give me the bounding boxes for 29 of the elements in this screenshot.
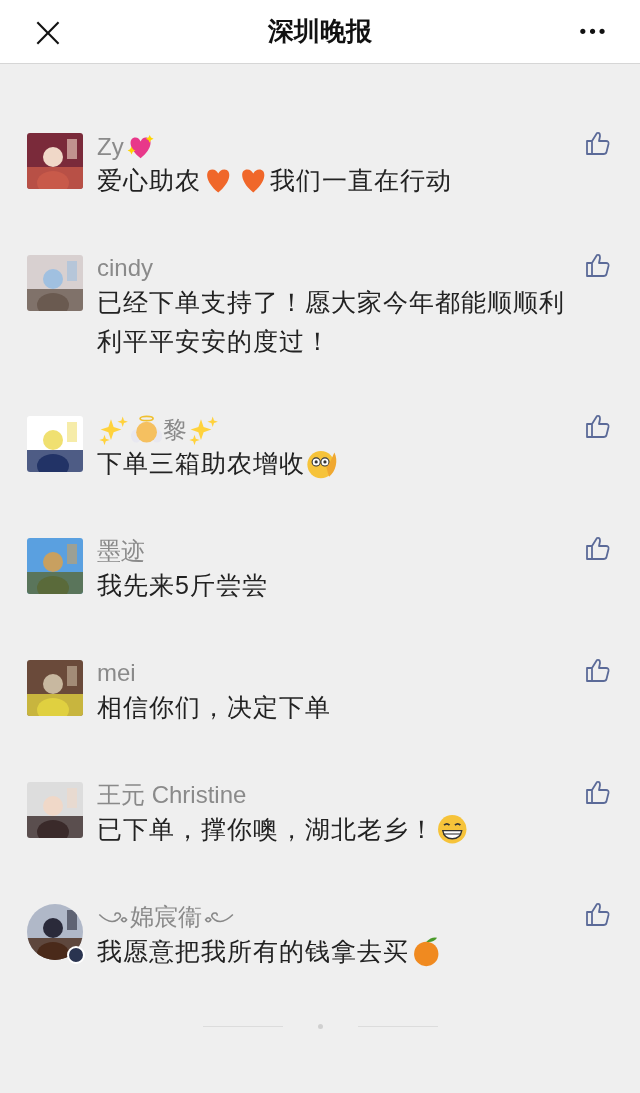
sparkles-icon xyxy=(98,414,130,446)
thumbs-up-icon[interactable] xyxy=(584,900,612,928)
page-title: 深圳晚报 xyxy=(268,15,372,48)
more-button[interactable]: ••• xyxy=(544,18,640,45)
comment-text: 我愿意把我所有的钱拿去买 xyxy=(97,932,584,971)
badge-icon xyxy=(67,946,85,964)
thumbs-up-icon[interactable] xyxy=(584,412,612,440)
thumbs-up-icon[interactable] xyxy=(584,534,612,562)
grinning-face-icon xyxy=(436,812,469,845)
baby-angel-icon xyxy=(131,414,163,446)
thumbs-up-icon[interactable] xyxy=(584,129,612,157)
sparkles-icon xyxy=(188,414,220,446)
user-name: mei xyxy=(97,658,137,688)
user-name: 黎 xyxy=(97,414,584,444)
user-name: cindy xyxy=(97,253,155,283)
comment-text: 相信你们，决定下单 xyxy=(97,692,332,723)
user-name: Zy xyxy=(97,131,584,161)
comment-text: 已经下单支持了！愿大家今年都能顺顺利利平平安安的度过！ xyxy=(97,287,566,357)
comment-text: 下单三箱助农增收 xyxy=(97,444,584,483)
user-name: 婂宸衞 xyxy=(97,902,584,932)
user-name: 王元 Christine xyxy=(97,780,248,810)
thumbs-up-icon[interactable] xyxy=(584,656,612,684)
comment-text: 我先来5斤尝尝 xyxy=(97,570,269,601)
close-button[interactable]: × xyxy=(0,9,96,54)
thumbs-up-icon[interactable] xyxy=(584,251,612,279)
comment-text: 爱心助农 我们一直在行动 xyxy=(97,161,584,200)
comment-text: 已下单，撑你噢，湖北老乡！ xyxy=(97,810,584,849)
user-name: 墨迹 xyxy=(97,536,146,566)
thumbs-up-icon[interactable] xyxy=(584,778,612,806)
